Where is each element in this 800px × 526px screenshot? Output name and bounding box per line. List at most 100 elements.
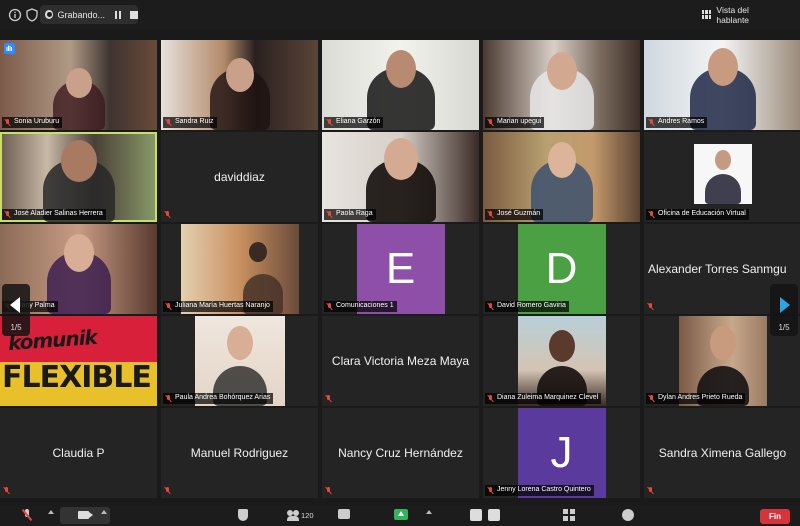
muted-mic-icon (648, 303, 654, 311)
name-only-tile[interactable]: Sandra Ximena Gallego (644, 408, 800, 498)
muted-mic-icon (166, 119, 172, 126)
video-tile[interactable]: Marian upegui (483, 40, 640, 130)
avatar-tile[interactable]: D David Romero Gaviria (483, 224, 640, 314)
end-meeting-button[interactable]: Fin (760, 509, 790, 524)
share-options-chevron-icon[interactable] (426, 510, 432, 514)
speaker-view-label: Vista del hablante (716, 4, 750, 25)
video-tile[interactable]: Juliana María Huertas Naranjo (161, 224, 318, 314)
speaker-view-button[interactable]: Vista del hablante (702, 4, 780, 25)
recording-label: Grabando... (57, 9, 106, 20)
participant-name-tag: José Guzmán (485, 209, 544, 220)
muted-mic-icon (488, 395, 494, 402)
participant-display-name: Alexander Torres Sanmgu (648, 262, 787, 276)
video-tile-active-speaker[interactable]: José Aladier Salinas Herrera (0, 132, 157, 222)
participant-name-tag: Dylan Andres Prieto Rueda (646, 393, 746, 404)
avatar-tile[interactable]: J Jenny Lorena Castro Quintero (483, 408, 640, 498)
participant-face (707, 48, 738, 86)
raised-hand-icon (4, 43, 15, 54)
muted-mic-icon (327, 119, 333, 126)
muted-mic-icon (166, 303, 172, 310)
participant-name-tag: Sandra Ruiz (163, 117, 217, 128)
participant-name-tag: Eliana Garzón (324, 117, 384, 128)
participant-face (546, 52, 577, 90)
chevron-left-icon (10, 297, 20, 313)
video-tile[interactable]: Paola Raga (322, 132, 479, 222)
muted-mic-icon (327, 303, 333, 310)
participant-name-tag: Andres Ramos (646, 117, 708, 128)
name-only-tile[interactable]: daviddiaz (161, 132, 318, 222)
muted-mic-icon (165, 487, 171, 495)
page-indicator: 1/5 (778, 323, 790, 332)
participant-display-name: Claudia P (52, 446, 105, 460)
next-page-button[interactable]: 1/5 (770, 284, 798, 336)
muted-mic-icon (326, 487, 332, 495)
previous-page-button[interactable]: 1/5 (2, 284, 30, 336)
participant-display-name: Clara Victoria Meza Maya (331, 354, 470, 368)
recording-icon (45, 10, 54, 19)
participant-face (385, 50, 416, 88)
stop-recording-button[interactable] (488, 509, 500, 521)
recording-indicator: Grabando... (40, 5, 138, 24)
video-tile[interactable]: Sandra Ruiz (161, 40, 318, 130)
video-camera-icon (78, 511, 93, 519)
muted-mic-icon (488, 119, 494, 126)
muted-mic-icon (488, 303, 494, 310)
audio-options-chevron-icon[interactable] (48, 510, 54, 514)
participant-name-tag: Juliana María Huertas Naranjo (163, 301, 273, 312)
pause-recording-button[interactable] (470, 509, 482, 521)
participants-button[interactable] (287, 509, 299, 522)
meeting-toolbar: 120 Fin (0, 505, 800, 526)
video-tile[interactable]: Diana Zuleima Marquinez Clevel (483, 316, 640, 406)
security-button[interactable] (238, 509, 248, 521)
name-only-tile[interactable]: Clara Victoria Meza Maya (322, 316, 479, 406)
muted-mic-icon (648, 487, 654, 495)
breakout-rooms-button[interactable] (563, 509, 575, 521)
participant-name-tag: Jenny Lorena Castro Quintero (485, 485, 594, 496)
video-tile[interactable]: Sonia Uruburu (0, 40, 157, 130)
participant-photo (693, 144, 752, 204)
muted-mic-icon (165, 211, 171, 219)
participant-face (225, 58, 254, 92)
participant-name-tag: Diana Zuleima Marquinez Clevel (485, 393, 602, 404)
name-only-tile[interactable]: Claudia P (0, 408, 157, 498)
video-options-chevron-icon[interactable] (101, 510, 107, 514)
video-tile[interactable]: Paula Andrea Bohórquez Arias (161, 316, 318, 406)
participant-face (60, 140, 97, 182)
page-indicator: 1/5 (10, 323, 22, 332)
participant-name-tag: Sonia Uruburu (2, 117, 63, 128)
unmute-button[interactable] (22, 509, 32, 522)
video-tile[interactable]: José Guzmán (483, 132, 640, 222)
shield-icon[interactable] (25, 8, 39, 22)
chevron-right-icon (780, 297, 790, 313)
video-tile[interactable]: Andres Ramos (644, 40, 800, 130)
grid-icon (702, 10, 712, 19)
participant-display-name: Sandra Ximena Gallego (658, 446, 787, 460)
participant-name-tag: Oficina de Educación Virtual (646, 209, 749, 220)
participants-count: 120 (301, 511, 314, 520)
participant-name-tag: David Romero Gaviria (485, 301, 569, 312)
muted-mic-icon (649, 119, 655, 126)
video-tile[interactable]: Oficina de Educación Virtual (644, 132, 800, 222)
muted-mic-icon (326, 395, 332, 403)
muted-mic-icon (327, 211, 333, 218)
participant-face (547, 142, 576, 178)
participant-name-tag: José Aladier Salinas Herrera (2, 209, 106, 220)
name-only-tile[interactable]: Nancy Cruz Hernández (322, 408, 479, 498)
top-bar: Grabando... Vista del hablante (0, 0, 800, 30)
muted-mic-icon (488, 487, 494, 494)
share-screen-button[interactable] (394, 509, 408, 520)
muted-mic-icon (5, 119, 11, 126)
participant-face (65, 68, 92, 98)
participant-name-tag: Paola Raga (324, 209, 376, 220)
avatar-tile[interactable]: E Comunicaciones 1 (322, 224, 479, 314)
participant-name-tag: Comunicaciones 1 (324, 301, 397, 312)
pause-recording-button[interactable] (113, 10, 122, 20)
name-only-tile[interactable]: Manuel Rodriguez (161, 408, 318, 498)
muted-mic-icon (649, 211, 655, 218)
reactions-button[interactable] (622, 509, 634, 521)
video-tile[interactable]: Eliana Garzón (322, 40, 479, 130)
info-icon[interactable] (8, 8, 22, 22)
chat-button[interactable] (338, 509, 350, 519)
stop-recording-button[interactable] (130, 10, 138, 19)
participant-display-name: Manuel Rodriguez (190, 446, 289, 460)
